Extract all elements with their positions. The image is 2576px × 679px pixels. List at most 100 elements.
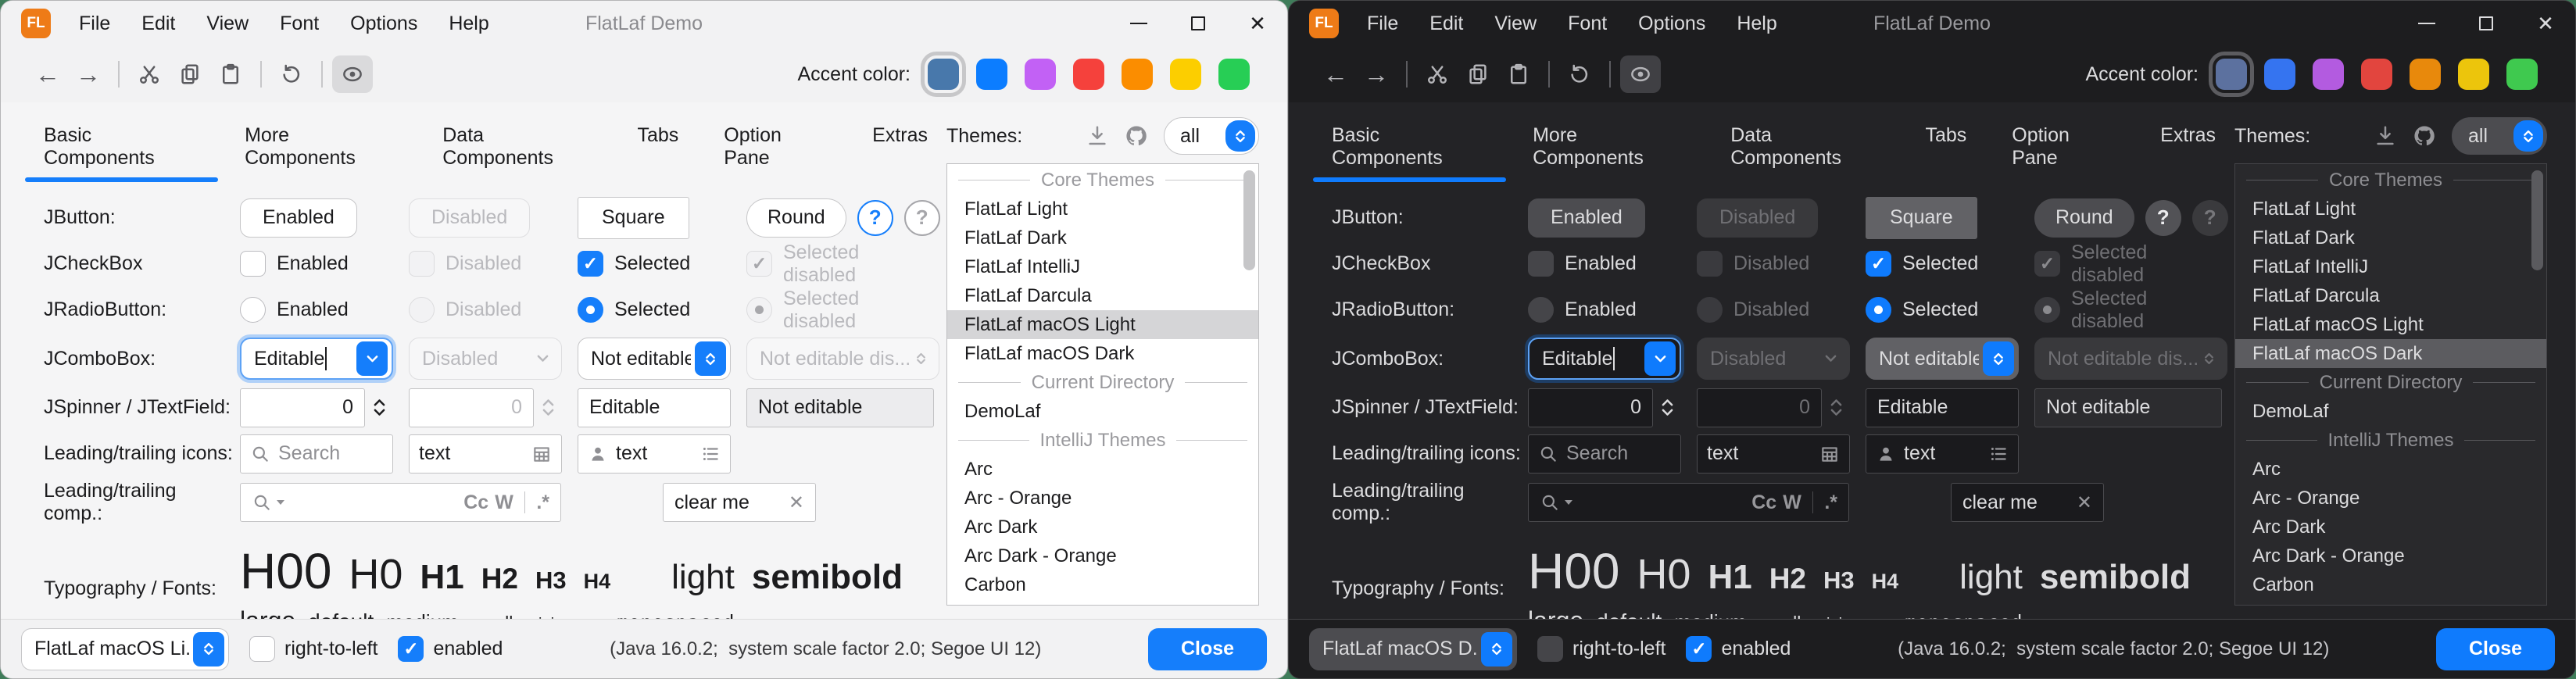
spinner[interactable]: 0 bbox=[1528, 388, 1681, 427]
paste-button[interactable] bbox=[1498, 55, 1539, 93]
enabled-checkbox[interactable]: enabled bbox=[1686, 636, 1791, 662]
menu-file[interactable]: File bbox=[79, 13, 110, 35]
accent-swatch[interactable] bbox=[2264, 59, 2295, 90]
round-button[interactable]: Round bbox=[2034, 198, 2134, 238]
close-window-button[interactable]: ✕ bbox=[2516, 1, 2575, 46]
accent-swatch[interactable] bbox=[2410, 59, 2441, 90]
theme-item-flatlaf-macos-dark[interactable]: FlatLaf macOS Dark bbox=[2235, 339, 2546, 368]
menu-file[interactable]: File bbox=[1367, 13, 1398, 35]
theme-item-flatlaf-intellij[interactable]: FlatLaf IntelliJ bbox=[2235, 252, 2546, 281]
close-window-button[interactable]: ✕ bbox=[1228, 1, 1287, 46]
date-input[interactable]: text bbox=[409, 434, 562, 474]
spinner[interactable]: 0 bbox=[240, 388, 393, 427]
search-with-options-input[interactable]: Cc W .* bbox=[240, 483, 561, 522]
menu-options[interactable]: Options bbox=[350, 13, 417, 35]
clear-icon[interactable]: ✕ bbox=[789, 491, 804, 514]
right-to-left-checkbox[interactable]: right-to-left bbox=[1537, 636, 1665, 662]
square-button[interactable]: Square bbox=[578, 197, 689, 239]
editable-combobox[interactable]: Editable bbox=[1528, 338, 1681, 380]
square-button[interactable]: Square bbox=[1866, 197, 1977, 239]
accent-swatch[interactable] bbox=[1122, 59, 1153, 90]
tab-basic-components[interactable]: Basic Components bbox=[1313, 120, 1506, 182]
menu-edit[interactable]: Edit bbox=[141, 13, 175, 35]
close-button[interactable]: Close bbox=[1148, 628, 1267, 670]
cut-button[interactable] bbox=[129, 55, 170, 93]
github-button[interactable] bbox=[1125, 124, 1148, 148]
match-case-button[interactable]: Cc bbox=[463, 491, 488, 514]
editable-combobox[interactable]: Editable bbox=[240, 338, 393, 380]
theme-combobox[interactable]: FlatLaf macOS Li... bbox=[21, 628, 229, 670]
accent-swatch[interactable] bbox=[1025, 59, 1056, 90]
chevron-down-icon[interactable] bbox=[356, 341, 388, 376]
refresh-button[interactable] bbox=[1559, 55, 1600, 93]
tab-more-components[interactable]: More Components bbox=[1514, 120, 1704, 182]
check-selected[interactable] bbox=[578, 251, 603, 277]
theme-item-arc[interactable]: Arc bbox=[947, 455, 1258, 484]
not-editable-combobox[interactable]: Not editable bbox=[1866, 338, 2019, 380]
radio-enabled[interactable] bbox=[240, 297, 266, 323]
menu-view[interactable]: View bbox=[1494, 13, 1537, 35]
check-enabled[interactable] bbox=[240, 251, 266, 277]
radio-selected[interactable] bbox=[578, 297, 603, 323]
tab-option-pane[interactable]: Option Pane bbox=[705, 120, 846, 182]
maximize-button[interactable] bbox=[2456, 1, 2516, 46]
date-input[interactable]: text bbox=[1697, 434, 1850, 474]
accent-swatch[interactable] bbox=[2361, 59, 2392, 90]
back-button[interactable]: ← bbox=[1315, 55, 1356, 93]
show-toggle-button[interactable] bbox=[1620, 55, 1661, 93]
download-button[interactable] bbox=[2374, 124, 2397, 148]
back-button[interactable]: ← bbox=[27, 55, 68, 93]
themes-filter-combobox[interactable]: all bbox=[2452, 117, 2547, 155]
download-button[interactable] bbox=[1086, 124, 1109, 148]
chevron-down-icon[interactable] bbox=[1644, 341, 1676, 376]
theme-item-demolaf[interactable]: DemoLaf bbox=[2235, 397, 2546, 426]
theme-item-flatlaf-dark[interactable]: FlatLaf Dark bbox=[947, 223, 1258, 252]
forward-button[interactable]: → bbox=[1356, 55, 1397, 93]
whole-word-button[interactable]: W bbox=[1783, 491, 1801, 514]
theme-item-flatlaf-macos-dark[interactable]: FlatLaf macOS Dark bbox=[947, 339, 1258, 368]
regex-button[interactable]: .* bbox=[1824, 491, 1837, 514]
chevron-up-down-icon[interactable] bbox=[1481, 632, 1512, 666]
menu-options[interactable]: Options bbox=[1638, 13, 1705, 35]
accent-swatch[interactable] bbox=[1073, 59, 1104, 90]
tab-data-components[interactable]: Data Components bbox=[1712, 120, 1898, 182]
search-with-options-input[interactable]: Cc W .* bbox=[1528, 483, 1849, 522]
minimize-button[interactable] bbox=[2397, 1, 2456, 46]
tab-tabs[interactable]: Tabs bbox=[618, 120, 697, 182]
theme-item-arc-orange[interactable]: Arc - Orange bbox=[947, 484, 1258, 513]
cut-button[interactable] bbox=[1417, 55, 1458, 93]
search-input[interactable]: Search bbox=[1528, 434, 1681, 474]
theme-item-arc-dark[interactable]: Arc Dark bbox=[947, 513, 1258, 541]
accent-swatch[interactable] bbox=[2313, 59, 2344, 90]
right-to-left-checkbox[interactable]: right-to-left bbox=[249, 636, 377, 662]
theme-item-carbon[interactable]: Carbon bbox=[2235, 570, 2546, 599]
show-toggle-button[interactable] bbox=[332, 55, 373, 93]
help-button[interactable]: ? bbox=[857, 200, 893, 236]
not-editable-combobox[interactable]: Not editable bbox=[578, 338, 731, 380]
refresh-button[interactable] bbox=[271, 55, 312, 93]
user-input[interactable]: text bbox=[578, 434, 731, 474]
theme-item-arc-orange[interactable]: Arc - Orange bbox=[2235, 484, 2546, 513]
theme-item-flatlaf-light[interactable]: FlatLaf Light bbox=[2235, 195, 2546, 223]
checkbox-box[interactable] bbox=[398, 636, 424, 662]
tab-extras[interactable]: Extras bbox=[853, 120, 946, 182]
help-button[interactable]: ? bbox=[2145, 200, 2181, 236]
accent-swatch[interactable] bbox=[2458, 59, 2489, 90]
regex-button[interactable]: .* bbox=[536, 491, 549, 514]
accent-swatch[interactable] bbox=[1218, 59, 1250, 90]
accent-swatch[interactable] bbox=[2506, 59, 2538, 90]
checkbox-box[interactable] bbox=[1537, 636, 1563, 662]
user-input[interactable]: text bbox=[1866, 434, 2019, 474]
forward-button[interactable]: → bbox=[68, 55, 109, 93]
chevron-down-icon[interactable] bbox=[277, 500, 284, 505]
accent-swatch[interactable] bbox=[1170, 59, 1201, 90]
theme-item-flatlaf-light[interactable]: FlatLaf Light bbox=[947, 195, 1258, 223]
accent-swatch[interactable] bbox=[2216, 59, 2247, 90]
chevron-up-down-icon[interactable] bbox=[695, 341, 726, 376]
checkbox-box[interactable] bbox=[249, 636, 275, 662]
checkbox-box[interactable] bbox=[1686, 636, 1712, 662]
theme-item-flatlaf-darcula[interactable]: FlatLaf Darcula bbox=[947, 281, 1258, 310]
theme-item-arc-dark-orange[interactable]: Arc Dark - Orange bbox=[2235, 541, 2546, 570]
maximize-button[interactable] bbox=[1168, 1, 1228, 46]
theme-item-carbon[interactable]: Carbon bbox=[947, 570, 1258, 599]
